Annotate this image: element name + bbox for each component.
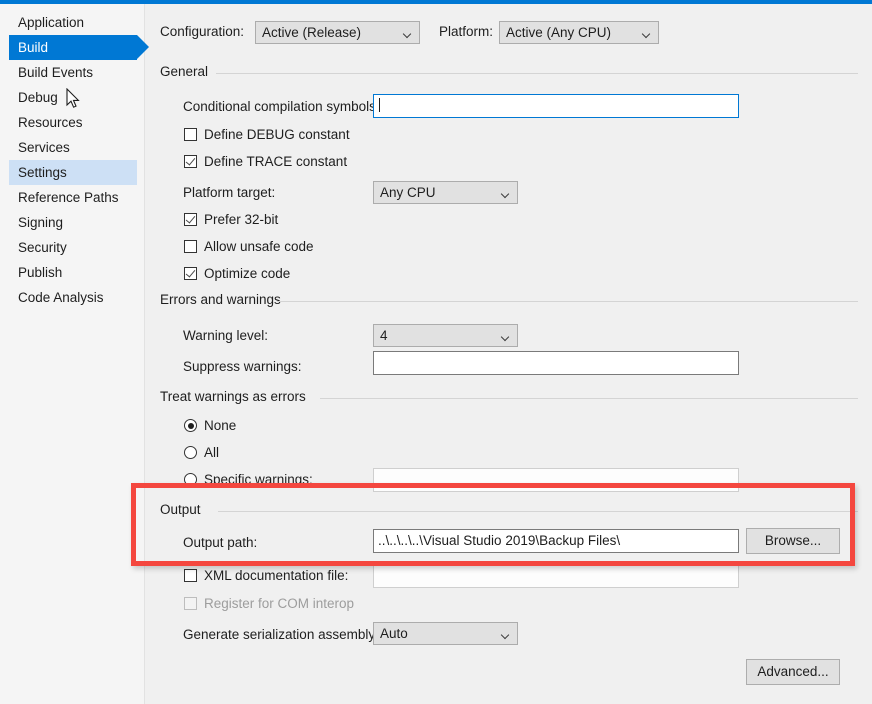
configuration-label: Configuration: (160, 24, 245, 39)
sidebar-item-label: Reference Paths (18, 190, 119, 205)
window-accent-bar (0, 0, 872, 4)
chevron-down-icon (502, 191, 509, 198)
radio-empty-icon (184, 446, 197, 459)
sidebar-item-resources[interactable]: Resources (0, 110, 144, 135)
serialization-assembly-select[interactable]: Auto (373, 622, 518, 645)
radio-empty-icon (184, 473, 197, 486)
configuration-select-value: Active (Release) (262, 25, 362, 40)
sidebar-item-label: Settings (18, 165, 67, 180)
output-path-label: Output path: (183, 535, 258, 550)
selection-chevron-icon (137, 35, 149, 59)
chevron-down-icon (643, 31, 650, 38)
mouse-cursor-icon (66, 88, 80, 108)
sidebar-item-security[interactable]: Security (0, 235, 144, 260)
sidebar-item-publish[interactable]: Publish (0, 260, 144, 285)
checkbox-check-icon (184, 213, 197, 226)
checkbox-box-icon (184, 240, 197, 253)
sidebar-item-label: Application (18, 15, 85, 30)
configuration-select[interactable]: Active (Release) (255, 21, 420, 44)
sidebar-item-label: Resources (18, 115, 83, 130)
platform-select-value: Active (Any CPU) (506, 25, 612, 40)
treat-warnings-all-label: All (204, 445, 220, 460)
sidebar-item-label: Build Events (18, 65, 94, 80)
platform-select[interactable]: Active (Any CPU) (499, 21, 659, 44)
sidebar-item-application[interactable]: Application (0, 10, 144, 35)
optimize-code-label: Optimize code (204, 266, 291, 281)
sidebar-item-build[interactable]: Build (9, 35, 149, 60)
serialization-assembly-value: Auto (380, 626, 408, 641)
errors-warnings-group-label: Errors and warnings (160, 292, 289, 307)
allow-unsafe-label: Allow unsafe code (204, 239, 314, 254)
chevron-down-icon (502, 632, 509, 639)
define-trace-label: Define TRACE constant (204, 154, 348, 169)
text-caret (379, 98, 380, 112)
chevron-down-icon (502, 334, 509, 341)
sidebar-item-label: Signing (18, 215, 64, 230)
register-com-interop-label: Register for COM interop (204, 596, 355, 611)
platform-target-select[interactable]: Any CPU (373, 181, 518, 204)
checkbox-check-icon (184, 267, 197, 280)
checkbox-box-icon (184, 128, 197, 141)
treat-warnings-specific-label: Specific warnings: (204, 472, 313, 487)
sidebar-item-label: Services (18, 140, 70, 155)
conditional-symbols-input[interactable] (373, 94, 739, 118)
sidebar-item-code-analysis[interactable]: Code Analysis (0, 285, 144, 310)
checkbox-box-icon (184, 569, 197, 582)
sidebar-item-build-events[interactable]: Build Events (0, 60, 144, 85)
browse-button[interactable]: Browse... (746, 528, 840, 554)
define-debug-label: Define DEBUG constant (204, 127, 350, 142)
serialization-assembly-label: Generate serialization assembly: (183, 627, 379, 642)
sidebar-item-label: Security (18, 240, 67, 255)
sidebar-item-signing[interactable]: Signing (0, 210, 144, 235)
configuration-toolbar: Configuration: Active (Release) Platform… (160, 20, 860, 46)
warning-level-label: Warning level: (183, 328, 269, 343)
output-group-label: Output (160, 502, 209, 517)
sidebar-item-label: Debug (18, 90, 58, 105)
sidebar-item-settings[interactable]: Settings (9, 160, 137, 185)
advanced-button[interactable]: Advanced... (746, 659, 840, 685)
specific-warnings-input[interactable] (373, 468, 739, 492)
group-divider (320, 398, 858, 399)
warning-level-value: 4 (380, 328, 388, 343)
build-properties-pane: Configuration: Active (Release) Platform… (146, 4, 872, 704)
treat-warnings-none-label: None (204, 418, 237, 433)
output-path-input[interactable]: ..\..\..\..\Visual Studio 2019\Backup Fi… (373, 529, 739, 553)
checkbox-check-icon (184, 155, 197, 168)
general-group-label: General (160, 64, 217, 79)
errors-warnings-group-header: Errors and warnings (160, 292, 858, 308)
group-divider (277, 301, 858, 302)
sidebar-item-services[interactable]: Services (0, 135, 144, 160)
general-group-header: General (160, 64, 858, 80)
group-divider (216, 73, 858, 74)
radio-selected-icon (184, 419, 197, 432)
sidebar-item-label: Publish (18, 265, 63, 280)
output-group-header: Output (160, 502, 858, 518)
sidebar-item-label: Code Analysis (18, 290, 104, 305)
platform-target-value: Any CPU (380, 185, 436, 200)
sidebar-item-reference-paths[interactable]: Reference Paths (0, 185, 144, 210)
treat-warnings-group-label: Treat warnings as errors (160, 389, 314, 404)
xml-documentation-input[interactable] (373, 564, 739, 588)
treat-warnings-group-header: Treat warnings as errors (160, 389, 858, 405)
platform-label: Platform: (439, 24, 494, 39)
suppress-warnings-label: Suppress warnings: (183, 359, 302, 374)
suppress-warnings-input[interactable] (373, 351, 739, 375)
properties-sidebar: Application Build Build Events Debug Res… (0, 4, 149, 704)
xml-documentation-label: XML documentation file: (204, 568, 349, 583)
group-divider (218, 511, 858, 512)
output-path-value: ..\..\..\..\Visual Studio 2019\Backup Fi… (378, 533, 621, 548)
conditional-symbols-label: Conditional compilation symbols: (183, 99, 380, 114)
chevron-down-icon (404, 31, 411, 38)
sidebar-item-label: Build (18, 40, 49, 55)
checkbox-disabled-icon (184, 597, 197, 610)
warning-level-select[interactable]: 4 (373, 324, 518, 347)
prefer-32bit-label: Prefer 32-bit (204, 212, 279, 227)
platform-target-label: Platform target: (183, 185, 276, 200)
